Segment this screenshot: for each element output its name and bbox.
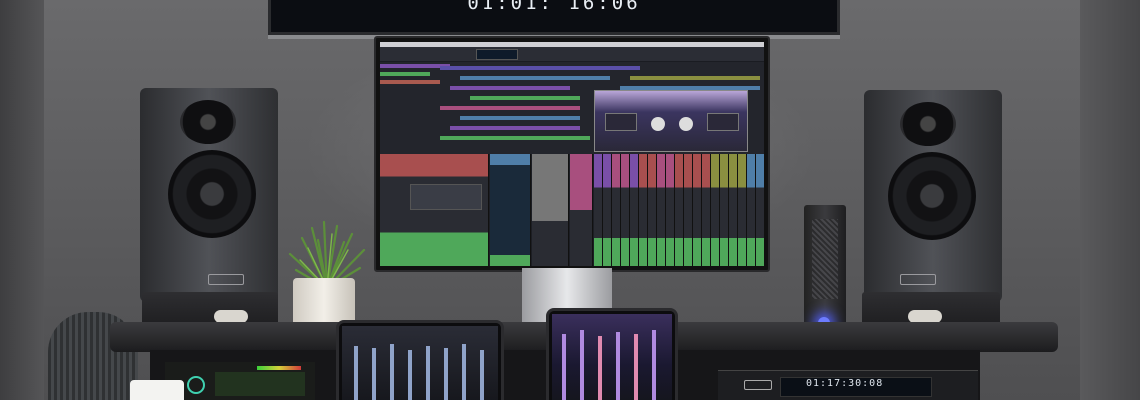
- daw-plugin-window: [594, 90, 748, 152]
- interface-timecode: 01:17:30:08: [806, 378, 884, 389]
- rack-module: [165, 362, 315, 400]
- tower-icon: [804, 205, 846, 337]
- right-tablet-screen: [552, 314, 672, 400]
- interface-logo: [744, 380, 772, 390]
- rack-module-meter: [257, 366, 301, 370]
- left-speaker-logo: [208, 274, 244, 285]
- daw-transport-bar: [380, 47, 764, 61]
- daw-mix-window: [380, 154, 764, 266]
- left-tablet-screen: [342, 326, 498, 400]
- right-speaker-logo: [900, 274, 936, 285]
- right-wall: [1080, 0, 1140, 400]
- daw-counter: [476, 49, 518, 60]
- right-woofer: [888, 152, 976, 240]
- coffee-mug: [130, 380, 184, 400]
- left-tweeter: [180, 100, 236, 144]
- left-wall: [0, 0, 44, 400]
- right-tablet-icon: [546, 308, 678, 400]
- tower-vent: [812, 219, 838, 299]
- wall-timecode: 01:01: 16:06: [467, 0, 641, 14]
- monitor-icon: [374, 36, 770, 272]
- right-tweeter: [900, 102, 956, 146]
- daw-screen: [380, 42, 764, 266]
- studio-photo: 01:01: 16:06 01:17:30:08: [0, 0, 1140, 400]
- right-speaker-icon: [864, 90, 1002, 302]
- left-tablet-icon: [336, 320, 504, 400]
- left-woofer: [168, 150, 256, 238]
- left-speaker-icon: [140, 88, 278, 302]
